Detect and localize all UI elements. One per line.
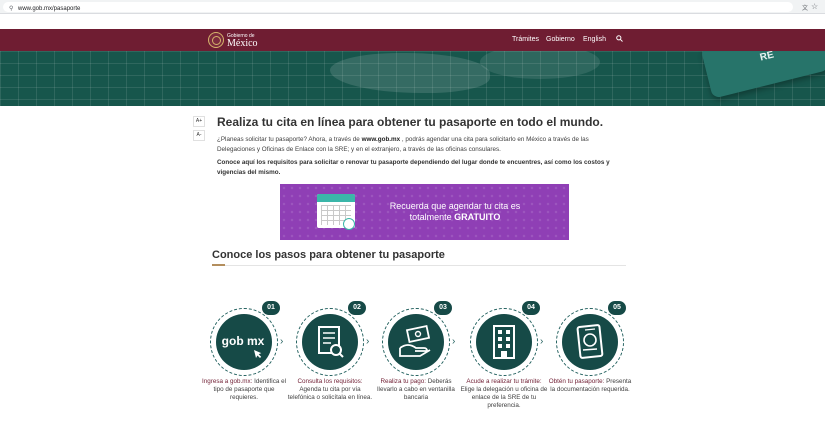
step-lead: Consulta los requisitos: [297,378,363,385]
step-description: Ingresa a gob.mx: Identifica el tipo de … [200,378,288,402]
intro-text: ¿Planeas solicitar tu pasaporte? Ahora, … [217,136,362,143]
requirements-note: Conoce aquí los requisitos para solicita… [217,159,610,176]
step-text: Agenda tu cita por vía telefónica o soli… [287,386,373,401]
nav-tramites[interactable]: Trámites [512,36,539,44]
translate-icon[interactable]: 文 [802,5,808,13]
step-number: 04 [521,300,541,316]
steps-section-title: Conoce los pasos para obtener tu pasapor… [212,249,445,261]
step-item[interactable]: gob mx 01 › Ingresa a gob.mx: Identifica… [202,300,290,410]
step-number: 02 [347,300,367,316]
banner-line-1: Recuerda que agendar tu cita es [389,201,521,211]
browser-toolbar: ⚲ www.gob.mx/pasaporte 文 ☆ [0,0,825,14]
step-description: Realiza tu pago: Deberás llevarlo a cabo… [372,378,460,402]
font-increase-button[interactable]: A+ [193,116,205,127]
step-number: 05 [607,300,627,316]
free-appointment-banner[interactable]: Recuerda que agendar tu cita es totalmen… [280,184,569,240]
step-lead: Ingresa a gob.mx: [201,378,253,385]
banner-free-text: GRATUITO [454,212,501,222]
intro-paragraph: ¿Planeas solicitar tu pasaporte? Ahora, … [217,135,612,154]
chevron-right-icon: › [366,336,370,347]
chevron-right-icon: › [540,336,544,347]
step-number: 01 [261,300,281,316]
step-icon-text: gob mx [222,334,265,348]
font-decrease-button[interactable]: A- [193,130,205,141]
gobierno-logo[interactable]: Gobierno de México [208,32,264,49]
section-accent-bar [212,264,225,266]
bookmark-star-icon[interactable]: ☆ [811,2,818,11]
search-icon[interactable] [616,35,623,42]
address-bar[interactable]: ⚲ www.gob.mx/pasaporte 文 [3,2,808,13]
step-lead: Realiza tu pago: [380,378,426,385]
clock-icon [343,218,355,230]
site-info-icon[interactable]: ⚲ [9,5,13,13]
building-icon [493,325,515,359]
step-text: Elige la delegación u oficina de enlace … [460,386,548,409]
chevron-right-icon: › [280,336,284,347]
logo-big-text: México [227,38,258,49]
calendar-icon [317,194,355,230]
nav-gobierno[interactable]: Gobierno [546,36,575,44]
step-item[interactable]: 03 › Realiza tu pago: Deberás llevarlo a… [377,300,462,410]
gob-mx-link[interactable]: www.gob.mx [362,136,401,143]
step-description: Acude a realizar tu trámite: Elige la de… [460,378,548,410]
hero-banner: RE [0,51,825,106]
banner-line-2: totalmente GRATUITO [380,212,530,223]
step-item[interactable]: 04 › Acude a realizar tu trámite: Elige … [461,300,550,410]
gob-mx-click-icon: gob mx [222,334,265,358]
nav-english[interactable]: English [583,36,606,44]
passport-icon [576,324,604,359]
step-number: 03 [433,300,453,316]
money-hand-icon [399,324,431,357]
step-lead: Acude a realizar tu trámite: [466,378,542,385]
step-lead: Obtén tu pasaporte: [548,378,605,385]
chevron-right-icon: › [452,336,456,347]
step-item[interactable]: 02 › Consulta los requisitos: Agenda tu … [288,300,376,410]
banner-line-2-text: totalmente [409,212,455,222]
site-navbar: Gobierno de México Trámites Gobierno Eng… [0,29,825,51]
step-description: Obtén tu pasaporte: Presenta la document… [546,378,634,394]
url-text[interactable]: www.gob.mx/pasaporte [18,5,80,13]
document-search-icon [318,326,344,358]
step-description: Consulta los requisitos: Agenda tu cita … [286,378,374,402]
section-divider [212,265,626,266]
eagle-seal-icon [208,32,224,48]
step-item[interactable]: 05 Obtén tu pasaporte: Presenta la docum… [549,300,636,410]
page-title: Realiza tu cita en línea para obtener tu… [217,115,604,129]
